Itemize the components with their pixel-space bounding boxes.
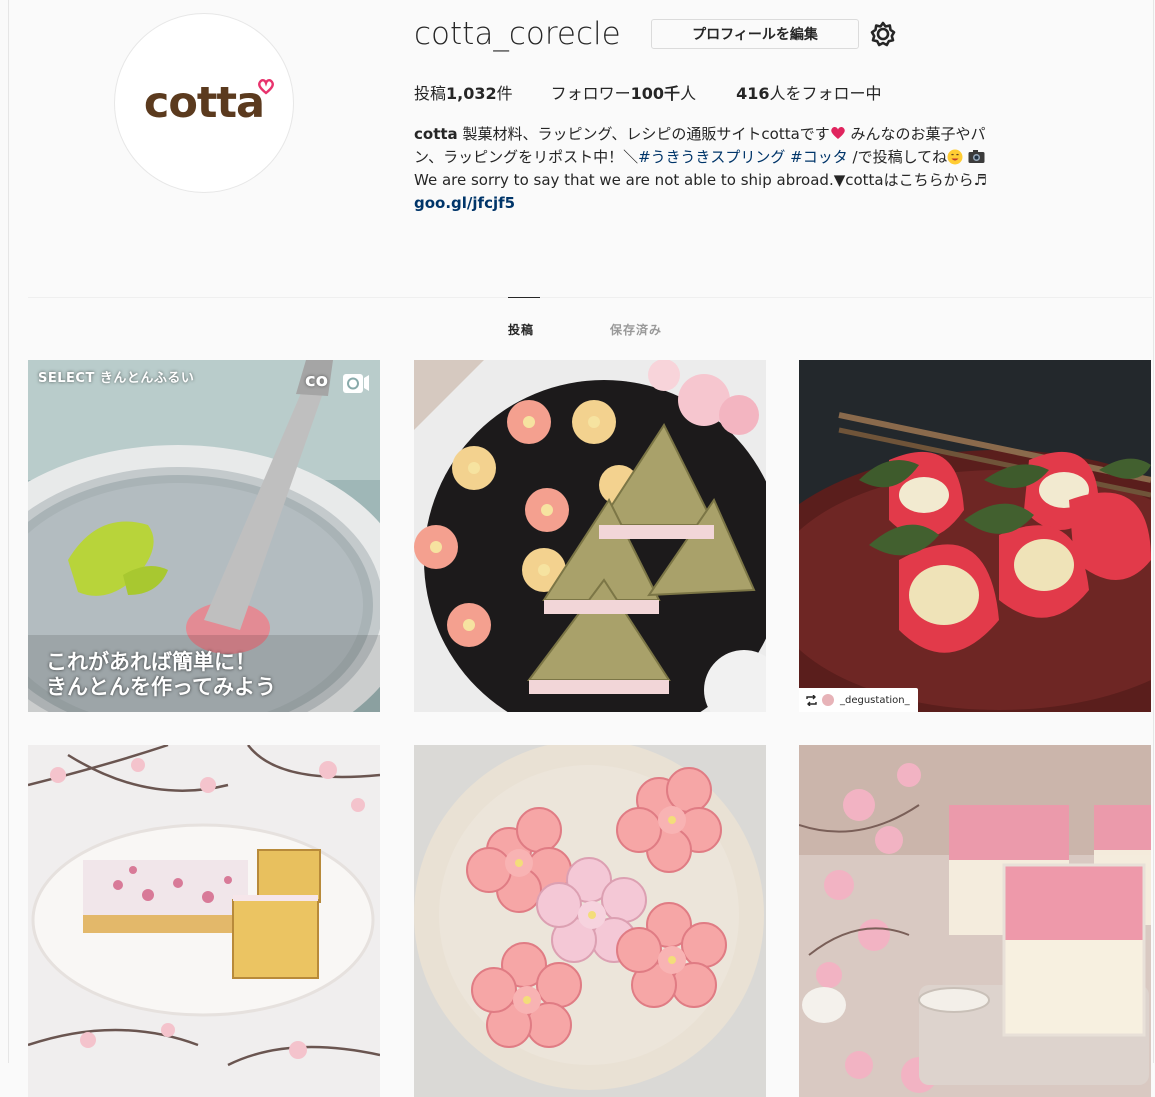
profile-username: cotta_corecle xyxy=(414,16,621,52)
bio-line-3: We are sorry to say that we are not able… xyxy=(414,171,988,189)
bio-line2-after: /で投稿してね xyxy=(847,148,948,166)
post-thumbnail[interactable] xyxy=(414,745,766,1097)
following-count[interactable]: 416人をフォロー中 xyxy=(736,82,881,106)
bio-line1-after: みんなのお菓子やパ xyxy=(845,125,986,143)
post-thumbnail[interactable] xyxy=(799,745,1151,1097)
repost-icon xyxy=(806,694,817,706)
post-image xyxy=(799,745,1151,1097)
brand-logo-text: cotta xyxy=(143,78,265,128)
edit-profile-button[interactable]: プロフィールを編集 xyxy=(651,19,859,49)
hashtag-link[interactable]: #うきうきスプリング xyxy=(638,148,785,166)
post-image xyxy=(414,745,766,1097)
brand-heart-icon xyxy=(258,79,275,95)
brand-logo: cotta xyxy=(143,78,275,128)
post-image xyxy=(799,360,1151,712)
posts-count: 投稿1,032件 xyxy=(414,82,513,106)
post-thumbnail[interactable] xyxy=(414,360,766,712)
post-brand-text: co xyxy=(304,370,328,391)
profile-bio: cotta 製菓材料、ラッピング、レシピの通販サイトcottaです みんなのお菓… xyxy=(414,123,1139,215)
followers-count[interactable]: フォロワー100千人 xyxy=(551,82,696,106)
caption-line-2: きんとんを作ってみよう xyxy=(46,675,276,699)
posts-count-label: 投稿 xyxy=(414,84,447,103)
repost-user-avatar xyxy=(822,694,834,706)
post-thumbnail[interactable] xyxy=(28,745,380,1097)
smile-emoji-icon xyxy=(947,149,963,165)
following-count-value: 416 xyxy=(736,84,770,103)
repost-username: _degustation_ xyxy=(840,694,910,706)
post-thumbnail[interactable]: _degustation_ xyxy=(799,360,1151,712)
post-overlay-title: SELECT きんとんふるい xyxy=(38,371,195,386)
video-camera-icon xyxy=(343,374,369,393)
bio-name: cotta xyxy=(414,125,458,143)
bio-line-1: cotta 製菓材料、ラッピング、レシピの通販サイトcottaです みんなのお菓… xyxy=(414,123,1139,146)
tabs-divider xyxy=(28,297,1152,298)
active-tab-indicator xyxy=(508,297,540,298)
profile-avatar[interactable]: cotta xyxy=(114,13,294,193)
followers-count-label: フォロワー xyxy=(550,84,631,103)
tab-posts[interactable]: 投稿 xyxy=(508,321,534,338)
heart-emoji-icon xyxy=(831,127,845,139)
post-overlay-caption: これがあれば簡単に！ きんとんを作ってみよう xyxy=(46,650,276,700)
gear-icon[interactable] xyxy=(869,20,897,48)
bio-line1-text: 製菓材料、ラッピング、レシピの通販サイトcottaです xyxy=(457,125,830,143)
followers-count-suffix: 人 xyxy=(680,84,697,103)
followers-count-value: 100千 xyxy=(630,84,681,103)
post-image xyxy=(28,745,380,1097)
following-count-suffix: 人をフォロー中 xyxy=(769,84,882,103)
bio-line-2: ン、ラッピングをリポスト中！＼#うきうきスプリング #コッタ /で投稿してね xyxy=(414,146,1139,169)
caption-line-1: これがあれば簡単に！ xyxy=(46,650,256,674)
hashtag-link[interactable]: #コッタ xyxy=(790,148,848,166)
posts-count-value: 1,032 xyxy=(446,84,497,103)
camera-emoji-icon xyxy=(968,150,985,163)
profile-stats: 投稿1,032件 フォロワー100千人 416人をフォロー中 xyxy=(414,82,922,106)
repost-badge[interactable]: _degustation_ xyxy=(799,688,918,712)
post-image xyxy=(414,360,766,712)
bio-website-link[interactable]: goo.gl/jfcjf5 xyxy=(414,192,1139,215)
post-thumbnail[interactable]: SELECT きんとんふるい co これがあれば簡単に！ きんとんを作ってみよう xyxy=(28,360,380,712)
bio-line2-text: ン、ラッピングをリポスト中！＼ xyxy=(414,148,639,166)
posts-count-suffix: 件 xyxy=(496,84,513,103)
tab-saved[interactable]: 保存済み xyxy=(610,321,662,338)
